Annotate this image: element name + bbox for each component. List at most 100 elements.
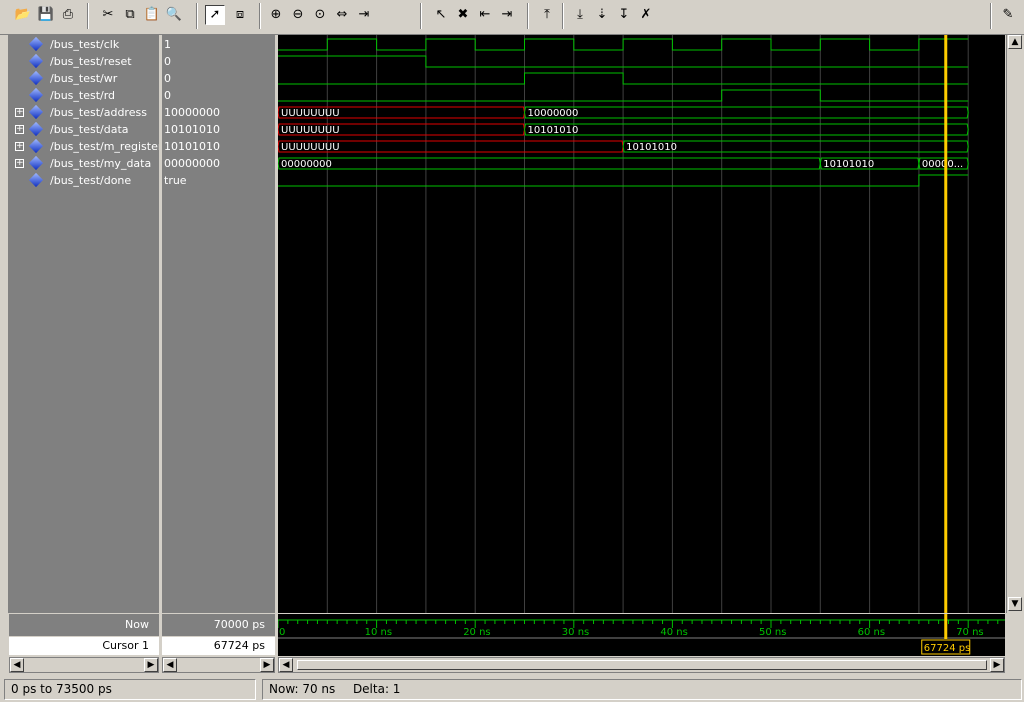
signal-diamond-icon — [28, 87, 44, 103]
signal-value: 0 — [164, 72, 171, 85]
bus-segment — [523, 106, 969, 119]
scroll-left-icon[interactable]: ◀ — [279, 658, 293, 672]
bus-value-label: UUUUUUUU — [281, 108, 340, 119]
signal-name[interactable]: /bus_test/done — [50, 172, 131, 189]
signal-value: true — [164, 174, 187, 187]
open-icon[interactable]: 📂 — [13, 5, 33, 25]
scroll-up-icon[interactable]: ▲ — [1008, 35, 1022, 49]
signal-name[interactable]: /bus_test/data — [50, 121, 129, 138]
vertical-scrollbar[interactable]: ▲ ▼ — [1006, 35, 1024, 613]
delete-cursor-icon[interactable]: ✖ — [453, 5, 473, 25]
names-hscroll[interactable]: ◀ ▶ — [9, 657, 159, 673]
cut-icon[interactable]: ✂ — [98, 5, 118, 25]
bus-value-label: 00000... — [922, 159, 963, 170]
print-icon[interactable]: ⎙ — [58, 5, 78, 25]
ruler-tick-label: 20 ns — [463, 627, 490, 638]
zoom-full-icon[interactable]: ⊙ — [310, 5, 330, 25]
cursor-value-cell[interactable]: 67724 ps — [162, 637, 275, 655]
signal-name[interactable]: /bus_test/address — [50, 104, 147, 121]
cursor-label-cell[interactable]: Cursor 1 — [9, 637, 159, 655]
signal-name[interactable]: /bus_test/reset — [50, 53, 132, 70]
expand-toggle-icon[interactable]: + — [15, 125, 24, 134]
time-ruler-canvas: 0 10 ns 20 ns 30 ns 40 ns 50 ns 60 ns 70 ns 6772… — [277, 614, 1005, 655]
find-prev-icon[interactable]: ⤓ — [570, 5, 590, 25]
signal-value: 00000000 — [164, 157, 220, 170]
wave-hscroll[interactable]: ◀ ▶ — [278, 657, 1005, 673]
signal-diamond-icon — [28, 36, 44, 52]
copy-icon[interactable]: ⧉ — [120, 5, 140, 25]
signal-diamond-icon — [28, 104, 44, 120]
find-first-icon[interactable]: ⤒ — [537, 5, 557, 25]
signal-value-pane: 1 0 0 0 10000000 10101010 10101010 00000000 true — [162, 35, 275, 613]
scroll-thumb[interactable] — [297, 660, 987, 670]
zoom-in-icon[interactable]: ⊕ — [266, 5, 286, 25]
ruler-tick-label: 10 ns — [365, 627, 392, 638]
ruler-tick-label: 40 ns — [660, 627, 687, 638]
logic-trace — [278, 38, 969, 51]
signal-diamond-icon — [28, 70, 44, 86]
zoom-mode-icon[interactable]: ⧈ — [230, 5, 250, 25]
now-value-cell: 70000 ps — [162, 614, 275, 636]
scroll-left-icon[interactable]: ◀ — [163, 658, 177, 672]
zoom-cursor-icon[interactable]: ⇥ — [354, 5, 374, 25]
signal-diamond-icon — [28, 138, 44, 154]
scroll-left-icon[interactable]: ◀ — [10, 658, 24, 672]
ruler-tick-label: 0 — [279, 627, 285, 638]
signal-value: 0 — [164, 55, 171, 68]
signal-value: 0 — [164, 89, 171, 102]
next-edge-icon[interactable]: ⇥ — [497, 5, 517, 25]
paste-icon[interactable]: 📋 — [142, 5, 162, 25]
bus-value-label: 10101010 — [626, 142, 677, 153]
insert-cursor-icon[interactable]: ↖ — [431, 5, 451, 25]
find-icon[interactable]: 🔍 — [164, 5, 184, 25]
signal-value: 1 — [164, 38, 171, 51]
save-icon[interactable]: 💾 — [36, 5, 56, 25]
signal-name[interactable]: /bus_test/m_register — [50, 138, 159, 155]
signal-diamond-icon — [28, 53, 44, 69]
waveform-area[interactable]: UUUUUUUU 10000000 UUUUUUUU 10101010 UUUUUUUU… — [278, 35, 1005, 613]
signal-name[interactable]: /bus_test/rd — [50, 87, 115, 104]
left-gutter — [0, 35, 9, 613]
status-delta: Delta: 1 — [352, 682, 401, 696]
signal-name-pane: /bus_test/clk/bus_test/reset/bus_test/wr… — [9, 35, 159, 613]
signal-value: 10101010 — [164, 140, 220, 153]
scroll-right-icon[interactable]: ▶ — [144, 658, 158, 672]
ruler-tick-label: 60 ns — [858, 627, 885, 638]
now-label: Now — [125, 618, 149, 631]
cursor-label: Cursor 1 — [102, 639, 149, 652]
dock-icon[interactable]: ✎ — [998, 5, 1018, 25]
cursor-value: 67724 ps — [213, 639, 265, 652]
prev-edge-icon[interactable]: ⇤ — [475, 5, 495, 25]
logic-trace — [278, 72, 969, 85]
scroll-down-icon[interactable]: ▼ — [1008, 597, 1022, 611]
cursor-marker-label: 67724 ps — [924, 643, 971, 654]
zoom-out-icon[interactable]: ⊖ — [288, 5, 308, 25]
clear-icon[interactable]: ✗ — [636, 5, 656, 25]
bus-segment — [523, 123, 969, 136]
ruler-tick-label: 30 ns — [562, 627, 589, 638]
expand-toggle-icon[interactable]: + — [15, 142, 24, 151]
status-now-delta: Now: 70 ns Delta: 1 — [262, 679, 1022, 700]
expand-toggle-icon[interactable]: + — [15, 159, 24, 168]
signal-name[interactable]: /bus_test/my_data — [50, 155, 151, 172]
scroll-right-icon[interactable]: ▶ — [260, 658, 274, 672]
now-label-cell: Now — [9, 614, 159, 636]
find-last-icon[interactable]: ↧ — [614, 5, 634, 25]
status-range: 0 ps to 73500 ps — [4, 679, 256, 700]
ruler-tick-label: 70 ns — [956, 627, 983, 638]
now-value: 70000 ps — [213, 618, 265, 631]
bus-value-label: 00000000 — [281, 159, 332, 170]
status-now: Now: 70 ns — [269, 682, 336, 696]
toolbar: 📂 💾 ⎙ ✂ ⧉ 📋 🔍 ➚ ⧈ ⊕ ⊖ ⊙ ⇔ ⇥ ↖ ✖ ⇤ ⇥ ⤒ ⤓ … — [0, 0, 1024, 35]
select-mode-icon[interactable]: ➚ — [205, 5, 225, 25]
signal-name[interactable]: /bus_test/wr — [50, 70, 117, 87]
zoom-range-icon[interactable]: ⇔ — [332, 5, 352, 25]
bus-value-label: 10101010 — [528, 125, 579, 136]
expand-toggle-icon[interactable]: + — [15, 108, 24, 117]
waveform-canvas: UUUUUUUU 10000000 UUUUUUUU 10101010 UUUUUUUU… — [278, 35, 969, 613]
signal-name[interactable]: /bus_test/clk — [50, 36, 119, 53]
find-next-icon[interactable]: ⇣ — [592, 5, 612, 25]
values-hscroll[interactable]: ◀ ▶ — [162, 657, 275, 673]
time-ruler[interactable]: 0 10 ns 20 ns 30 ns 40 ns 50 ns 60 ns 70 ns 6772… — [277, 614, 1005, 656]
scroll-right-icon[interactable]: ▶ — [990, 658, 1004, 672]
